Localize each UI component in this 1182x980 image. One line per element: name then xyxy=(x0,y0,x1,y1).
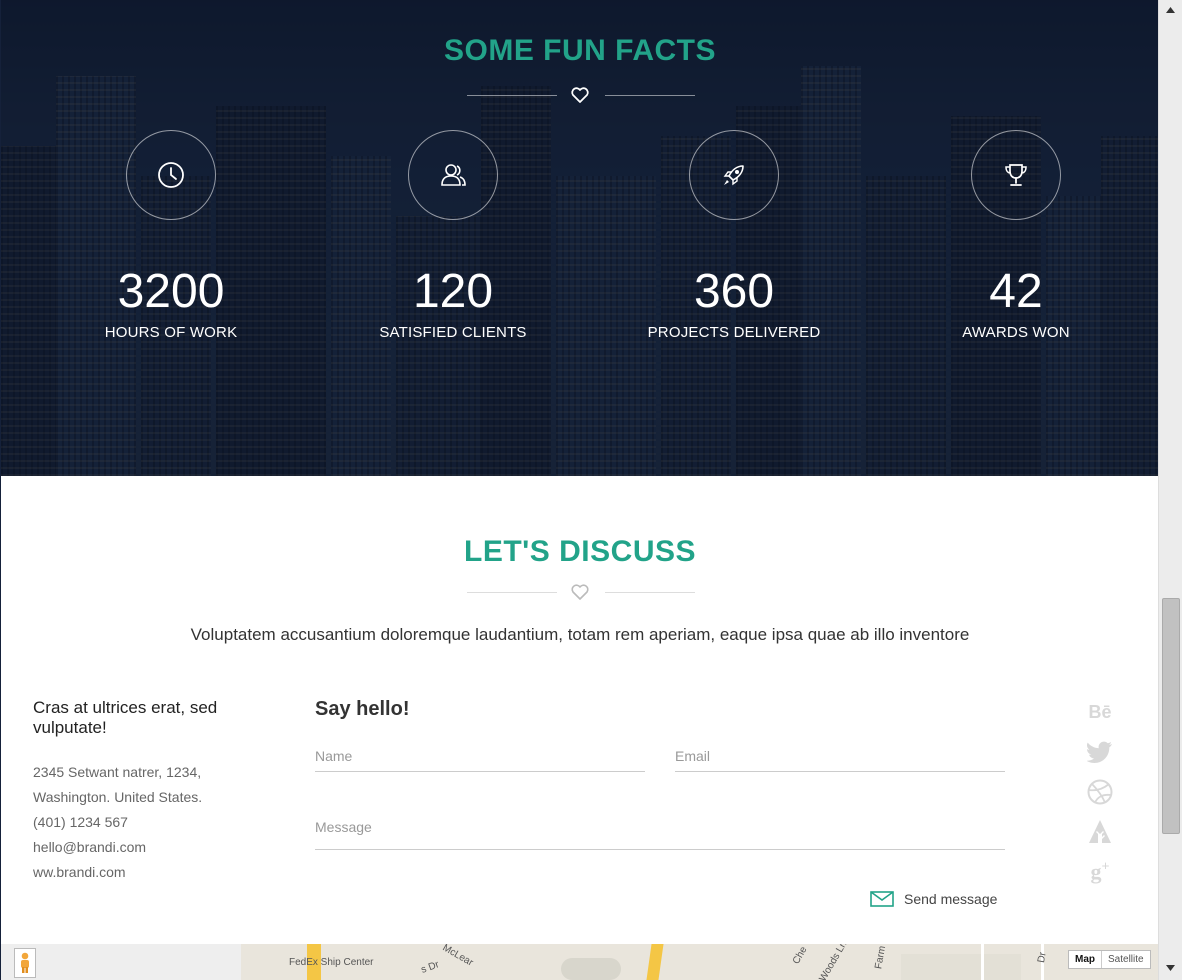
fact-icon-circle xyxy=(971,130,1061,220)
map-type-satellite-button[interactable]: Satellite xyxy=(1102,951,1150,968)
street-view-pegman-icon[interactable] xyxy=(14,948,36,978)
contact-form: Say hello! Send message xyxy=(315,698,1005,907)
website-link[interactable]: ww.brandi.com xyxy=(33,860,273,885)
fact-icon-circle xyxy=(126,130,216,220)
page: SOME FUN FACTS 3200 HOURS OF WORK 120 SA… xyxy=(0,0,1158,980)
send-message-button[interactable]: Send message xyxy=(870,891,997,907)
fact-label: SATISFIED CLIENTS xyxy=(379,324,527,341)
forrst-icon[interactable] xyxy=(1085,817,1115,847)
fact-clients: 120 SATISFIED CLIENTS xyxy=(333,130,573,341)
dribbble-icon[interactable] xyxy=(1085,777,1115,807)
name-field-wrapper xyxy=(315,741,645,772)
email-link[interactable]: hello@brandi.com xyxy=(33,835,273,860)
fun-facts-section: SOME FUN FACTS 3200 HOURS OF WORK 120 SA… xyxy=(1,0,1158,476)
title-divider xyxy=(467,85,695,105)
contact-info: Cras at ultrices erat, sed vulputate! 23… xyxy=(33,698,273,885)
trophy-icon xyxy=(1005,164,1027,186)
scroll-up-arrow-icon[interactable] xyxy=(1159,0,1182,20)
rocket-icon xyxy=(723,165,744,186)
map-label: Che xyxy=(790,944,810,967)
form-title: Say hello! xyxy=(315,698,410,720)
map-label: Farm xyxy=(873,945,889,970)
email-field[interactable] xyxy=(675,741,1005,771)
fact-icon-circle xyxy=(689,130,779,220)
fact-number: 42 xyxy=(989,265,1043,318)
title-divider xyxy=(467,582,695,602)
google-plus-icon[interactable]: g+ xyxy=(1085,857,1115,887)
scroll-down-arrow-icon[interactable] xyxy=(1159,958,1182,978)
fun-facts-title: SOME FUN FACTS xyxy=(443,34,716,67)
map-embed[interactable]: FedEx Ship Center McLear s Dr Che Woods … xyxy=(1,944,1158,980)
clock-icon xyxy=(158,162,184,188)
users-icon xyxy=(441,164,466,186)
map-label: Dr xyxy=(1035,951,1049,964)
behance-icon[interactable]: Bē xyxy=(1085,697,1115,727)
message-field[interactable] xyxy=(315,819,1005,849)
email-field-wrapper xyxy=(675,741,1005,772)
heart-icon xyxy=(571,584,589,600)
heart-icon xyxy=(571,87,589,103)
fact-icon-circle xyxy=(408,130,498,220)
fact-label: PROJECTS DELIVERED xyxy=(647,324,821,341)
fact-hours: 3200 HOURS OF WORK xyxy=(51,130,291,341)
vertical-scrollbar[interactable] xyxy=(1158,0,1182,980)
fact-label: AWARDS WON xyxy=(962,324,1070,341)
discuss-intro: Voluptatem accusantium doloremque laudan… xyxy=(190,625,970,644)
map-label: McLear xyxy=(440,944,475,969)
discuss-title: LET'S DISCUSS xyxy=(464,535,696,568)
scrollbar-thumb[interactable] xyxy=(1162,598,1180,834)
phone-number: (401) 1234 567 xyxy=(33,814,128,830)
social-links: Bē g+ xyxy=(1085,697,1115,897)
fact-projects: 360 PROJECTS DELIVERED xyxy=(614,130,854,341)
address-line-2: Washington. United States. xyxy=(33,789,203,805)
map-label: Woods Ln xyxy=(817,944,850,980)
twitter-icon[interactable] xyxy=(1085,737,1115,767)
fact-number: 3200 xyxy=(117,265,225,318)
envelope-icon xyxy=(870,891,894,907)
fact-number: 120 xyxy=(412,265,494,318)
fact-label: HOURS OF WORK xyxy=(104,324,238,341)
map-label: s Dr xyxy=(419,959,441,976)
contact-heading: Cras at ultrices erat, sed vulputate! xyxy=(33,698,218,737)
name-field[interactable] xyxy=(315,741,645,771)
fact-number: 360 xyxy=(693,265,775,318)
map-type-map-button[interactable]: Map xyxy=(1069,951,1102,968)
message-field-wrapper xyxy=(315,819,1005,850)
map-label: FedEx Ship Center xyxy=(289,957,374,968)
send-message-label: Send message xyxy=(904,891,998,907)
map-type-control: Map Satellite xyxy=(1068,950,1151,969)
fact-awards: 42 AWARDS WON xyxy=(896,130,1136,341)
address-line-1: 2345 Setwant natrer, 1234, xyxy=(33,764,202,780)
